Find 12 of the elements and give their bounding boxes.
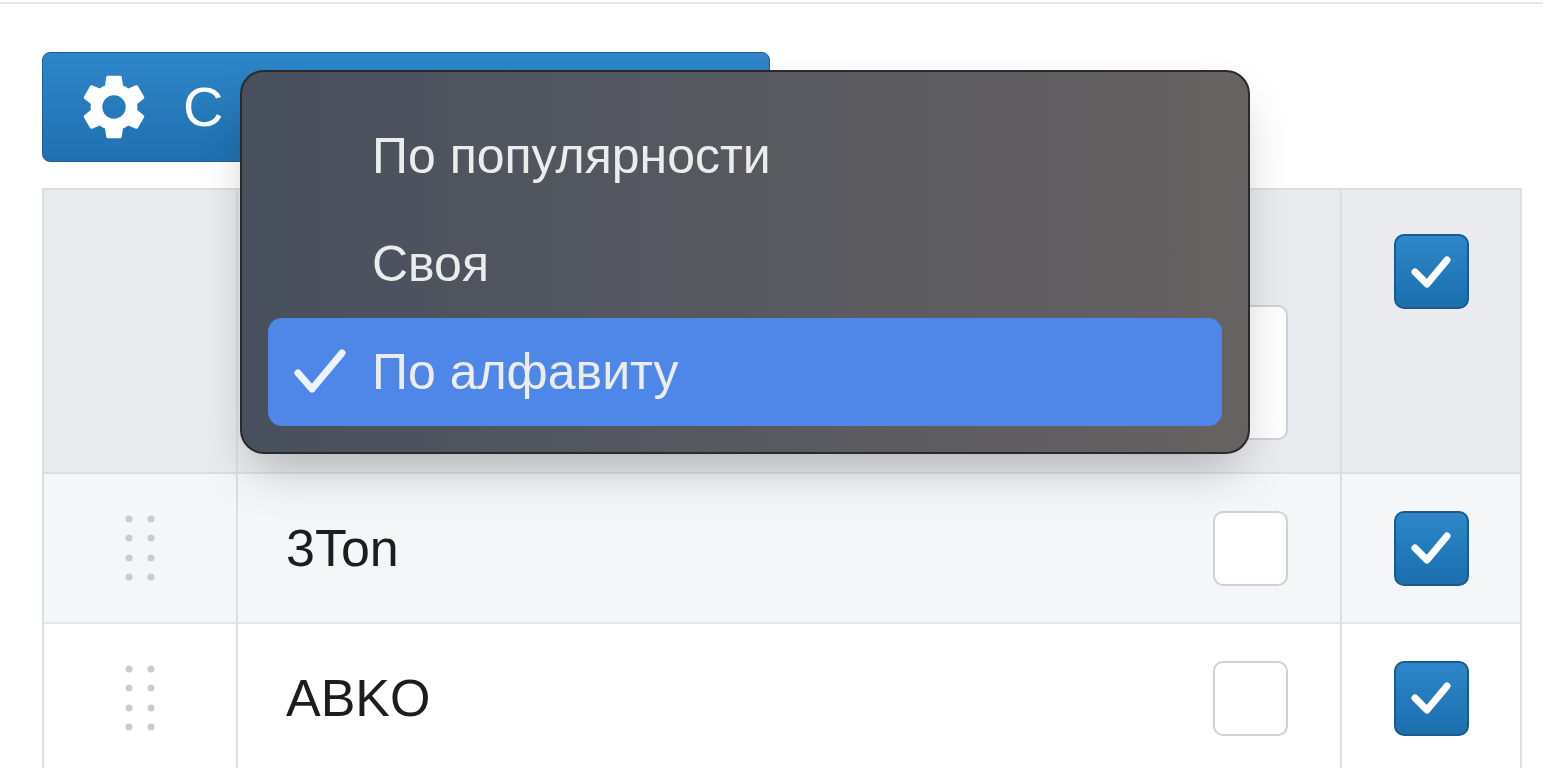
checkmark-icon <box>1409 253 1453 290</box>
checkbox[interactable] <box>1393 234 1469 309</box>
drag-handle-icon[interactable] <box>124 514 156 582</box>
checkmark-icon <box>1409 530 1453 566</box>
brand-name: 3Ton <box>286 518 399 579</box>
menu-item[interactable]: Своя <box>268 210 1222 318</box>
checkbox[interactable] <box>1393 510 1469 586</box>
brand-name: ABKO <box>286 668 431 729</box>
checkbox[interactable] <box>1393 660 1469 736</box>
menu-item[interactable]: По популярности <box>268 102 1222 210</box>
checkmark-icon <box>1409 680 1453 716</box>
drag-handle-icon[interactable] <box>124 664 156 732</box>
